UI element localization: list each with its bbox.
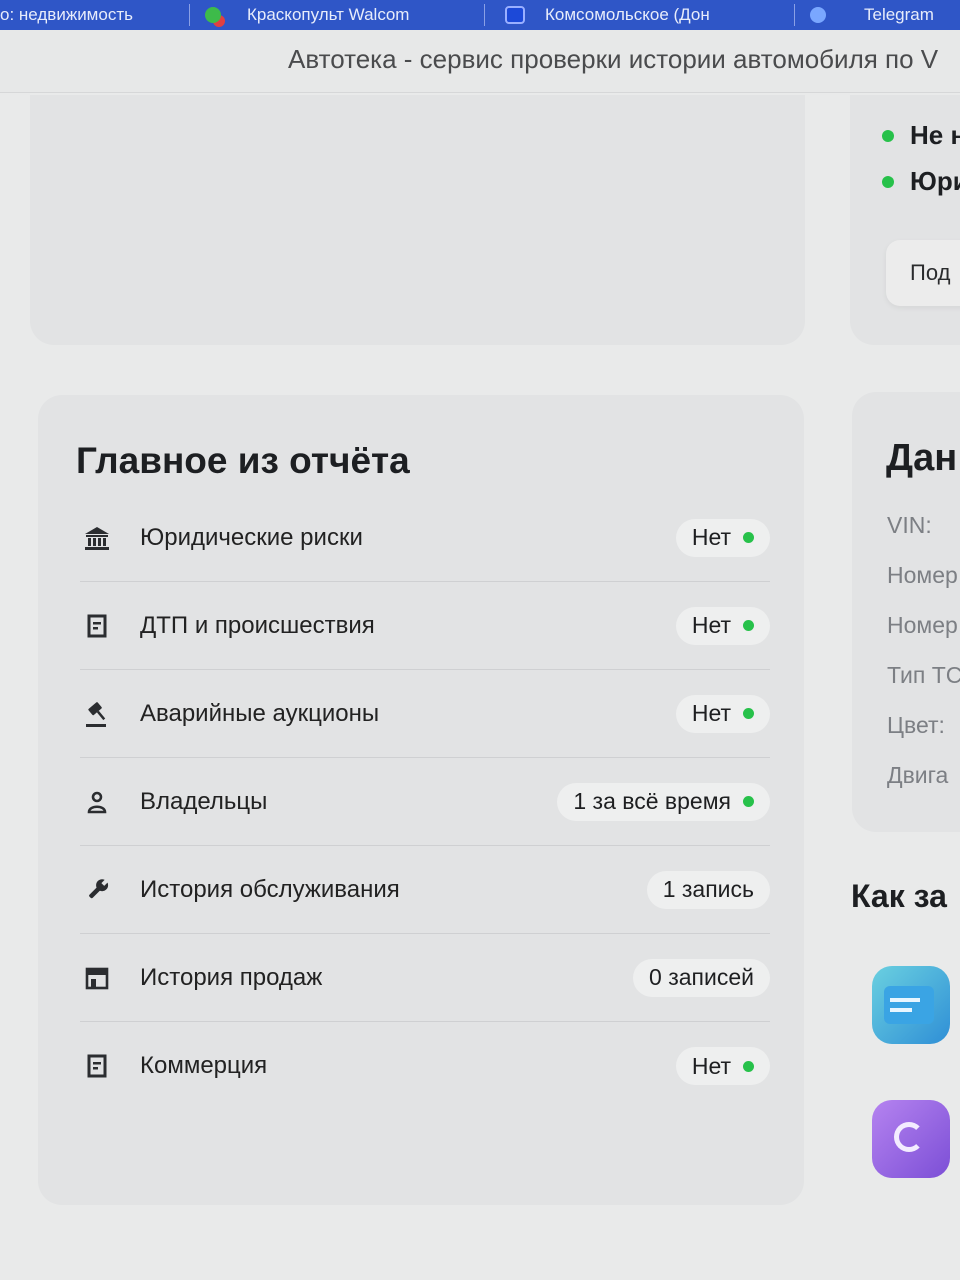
report-row-sales-history[interactable]: История продаж 0 записей xyxy=(80,934,770,1022)
status-ok-dot xyxy=(743,1060,754,1072)
window-title-bar: Автотека - сервис проверки истории автом… xyxy=(0,30,960,93)
report-row-commercial[interactable]: Коммерция Нет xyxy=(80,1022,770,1110)
person-icon xyxy=(82,787,112,817)
gavel-icon xyxy=(82,699,112,729)
report-row-service-history[interactable]: История обслуживания 1 запись xyxy=(80,846,770,934)
report-row-accidents[interactable]: ДТП и происшествия Нет xyxy=(80,582,770,670)
tab-label: Telegram xyxy=(864,5,934,24)
storefront-icon xyxy=(82,963,112,993)
browser-tab-1[interactable]: о: недвижимость xyxy=(0,0,190,30)
refresh-icon xyxy=(872,1100,950,1178)
tab-label: Краскопульт Walcom xyxy=(247,5,410,24)
row-label: ДТП и происшествия xyxy=(140,611,375,639)
document-icon xyxy=(82,1051,112,1081)
document-icon xyxy=(82,611,112,641)
vehicle-field-label: Тип ТС xyxy=(887,662,960,688)
how-to-title: Как за xyxy=(851,878,947,914)
status-dot xyxy=(882,175,894,188)
browser-tab-2[interactable]: Краскопульт Walcom xyxy=(205,0,485,30)
preview-card xyxy=(30,95,805,345)
row-label: История продаж xyxy=(140,963,323,991)
wrench-icon xyxy=(82,875,112,905)
vehicle-field-label: VIN: xyxy=(887,512,932,538)
vehicle-field-label: Двига xyxy=(887,762,949,788)
browser-tab-bar: о: недвижимость Краскопульт Walcom Комсо… xyxy=(0,0,960,30)
tab-label: Комсомольское (Дон xyxy=(545,5,710,24)
status-badge: 1 за всё время xyxy=(557,782,770,821)
page-title: Автотека - сервис проверки истории автом… xyxy=(288,44,939,74)
row-label: Владельцы xyxy=(140,787,268,815)
summary-bullet: Юри xyxy=(882,166,960,197)
summary-bullet: Не н xyxy=(882,120,960,151)
status-ok-dot xyxy=(743,620,754,631)
status-badge: 0 записей xyxy=(633,958,770,997)
vehicle-data-title: Дан xyxy=(886,437,958,479)
vehicle-field-label: Номер xyxy=(887,612,958,638)
subscribe-button[interactable]: Под xyxy=(886,240,960,306)
status-ok-dot xyxy=(743,532,754,543)
row-label: История обслуживания xyxy=(140,875,400,903)
vehicle-field-label: Номер xyxy=(887,562,958,588)
report-row-auctions[interactable]: Аварийные аукционы Нет xyxy=(80,670,770,758)
status-dot xyxy=(882,129,894,142)
status-badge: 1 запись xyxy=(646,870,770,909)
report-summary-title: Главное из отчёта xyxy=(76,440,410,481)
row-label: Коммерция xyxy=(140,1052,268,1079)
status-ok-dot xyxy=(743,708,754,719)
status-badge: Нет xyxy=(675,694,770,733)
status-badge: Нет xyxy=(675,1047,770,1085)
row-label: Юридические риски xyxy=(140,523,363,551)
browser-tab-4[interactable]: Telegram xyxy=(810,0,960,30)
status-badge: Нет xyxy=(675,606,770,645)
row-label: Аварийные аукционы xyxy=(140,699,380,727)
site-icon xyxy=(205,7,221,23)
report-row-owners[interactable]: Владельцы 1 за всё время xyxy=(80,758,770,846)
report-icon xyxy=(872,966,950,1044)
report-row-legal-risks[interactable]: Юридические риски Нет xyxy=(80,494,770,582)
status-ok-dot xyxy=(743,796,754,807)
tab-label: о: недвижимость xyxy=(0,5,133,24)
map-icon xyxy=(505,6,525,24)
browser-tab-3[interactable]: Комсомольское (Дон xyxy=(505,0,795,30)
status-badge: Нет xyxy=(675,518,770,557)
vehicle-field-label: Цвет: xyxy=(887,712,945,738)
telegram-icon xyxy=(810,7,826,23)
bank-icon xyxy=(82,523,112,553)
